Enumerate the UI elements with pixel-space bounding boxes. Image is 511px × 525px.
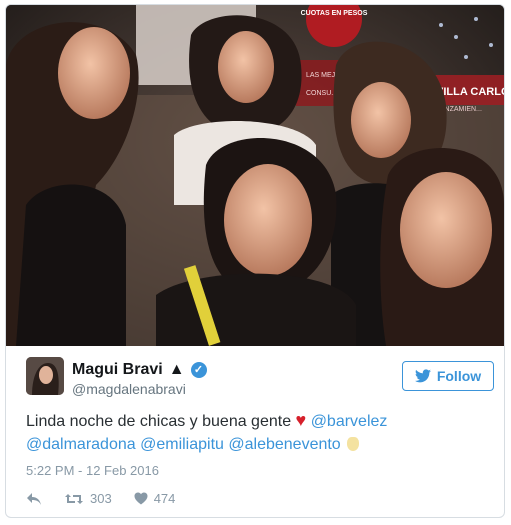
tweet-text-prefix: Linda noche de chicas y buena gente bbox=[26, 413, 292, 430]
reply-icon bbox=[27, 492, 41, 505]
sign-line-2: CONSU... bbox=[306, 90, 337, 97]
avatar-image bbox=[26, 357, 64, 395]
retweet-count: 303 bbox=[90, 491, 112, 506]
villa-sign-text: VILLA CARLOS bbox=[436, 86, 504, 98]
reply-button[interactable] bbox=[26, 492, 42, 506]
name-row: Magui Bravi ▲ ✓ bbox=[72, 361, 207, 379]
tweet-photo[interactable]: CUOTAS EN PESOS LAS MEJORES CONSU... VIL… bbox=[6, 5, 504, 346]
retweet-icon bbox=[65, 493, 83, 504]
embedded-tweet-card: CUOTAS EN PESOS LAS MEJORES CONSU... VIL… bbox=[5, 4, 505, 518]
display-name[interactable]: Magui Bravi bbox=[72, 361, 163, 379]
heart-emoji: ♥ bbox=[295, 410, 307, 430]
mention-link[interactable]: @alebenevento bbox=[228, 436, 340, 453]
mention-link[interactable]: @dalmaradona bbox=[26, 436, 136, 453]
like-button[interactable]: 474 bbox=[134, 491, 176, 506]
timestamp-link[interactable]: 5:22 PM - 12 Feb 2016 bbox=[26, 463, 159, 478]
tweet-actions: 303 474 bbox=[26, 491, 175, 506]
retweet-button[interactable]: 303 bbox=[64, 491, 112, 506]
avatar[interactable] bbox=[26, 357, 64, 395]
heart-icon bbox=[134, 492, 148, 505]
waving-hand-emoji bbox=[347, 437, 360, 451]
like-count: 474 bbox=[153, 491, 176, 506]
tweet-header: Magui Bravi ▲ ✓ @magdalenabravi Follow bbox=[26, 357, 496, 401]
group-selfie-image: CUOTAS EN PESOS LAS MEJORES CONSU... VIL… bbox=[6, 5, 504, 346]
follow-button[interactable]: Follow bbox=[402, 361, 494, 391]
sign-text: CUOTAS EN PESOS bbox=[301, 10, 368, 17]
mention-link[interactable]: @emiliapitu bbox=[140, 436, 224, 453]
user-handle[interactable]: @magdalenabravi bbox=[72, 381, 186, 397]
name-glyph: ▲ bbox=[168, 361, 185, 378]
twitter-bird-icon bbox=[414, 369, 431, 383]
mention-link[interactable]: @barvelez bbox=[311, 413, 388, 430]
follow-label: Follow bbox=[436, 368, 482, 384]
tweet-text: Linda noche de chicas y buena gente ♥ @b… bbox=[26, 409, 496, 456]
verified-badge-icon: ✓ bbox=[190, 362, 207, 378]
